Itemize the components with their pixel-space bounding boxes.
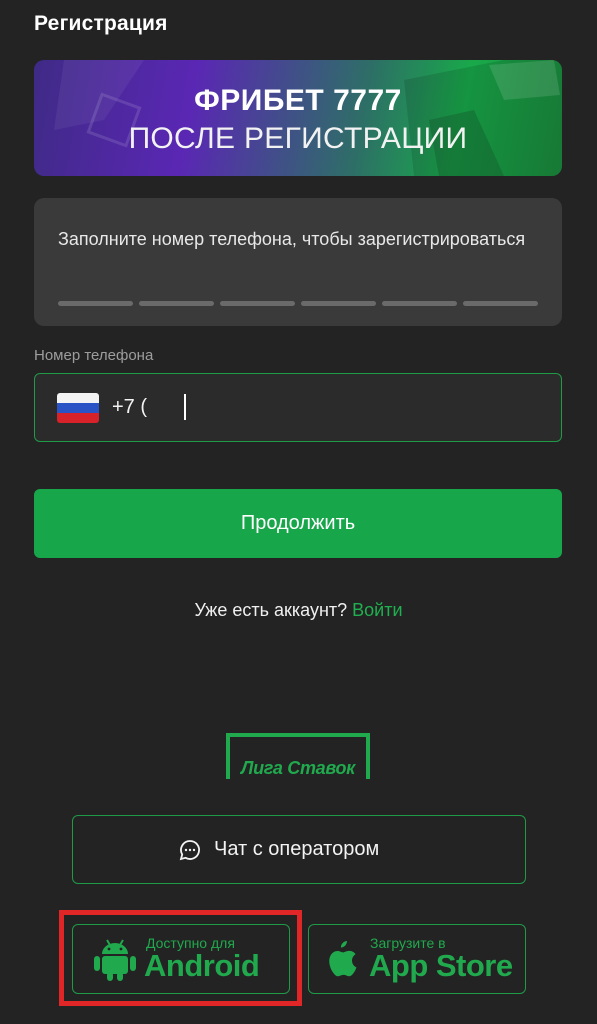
login-link[interactable]: Войти xyxy=(352,600,402,620)
chat-operator-button[interactable]: Чат с оператором xyxy=(72,815,526,884)
progress-segment xyxy=(382,301,457,306)
progress-segment xyxy=(463,301,538,306)
text-caret xyxy=(184,394,186,420)
login-prompt: Уже есть аккаунт? Войти xyxy=(0,600,597,621)
chat-label: Чат с оператором xyxy=(214,838,380,860)
info-text: Заполните номер телефона, чтобы зарегист… xyxy=(58,229,526,249)
info-card: Заполните номер телефона, чтобы зарегист… xyxy=(34,198,562,326)
phone-prefix: +7 ( xyxy=(112,396,148,418)
appstore-big-text: App Store xyxy=(369,948,513,983)
phone-label: Номер телефона xyxy=(34,347,154,364)
progress-segment xyxy=(301,301,376,306)
logo-text: Лига Ставок xyxy=(241,758,355,778)
progress-segment xyxy=(58,301,133,306)
banner-title: ФРИБЕТ 7777 xyxy=(194,84,402,117)
registration-progress xyxy=(58,301,538,306)
chat-bubble-icon xyxy=(179,840,200,861)
russia-flag-icon[interactable] xyxy=(57,393,99,423)
android-highlight-box xyxy=(59,910,302,1006)
apple-icon xyxy=(329,941,357,977)
continue-button[interactable]: Продолжить xyxy=(34,489,562,558)
banner-subtitle: ПОСЛЕ РЕГИСТРАЦИИ xyxy=(128,122,468,155)
login-question: Уже есть аккаунт? xyxy=(194,600,348,620)
progress-segment xyxy=(220,301,295,306)
phone-input[interactable]: +7 ( xyxy=(34,373,562,442)
banner-decoration xyxy=(54,60,562,176)
liga-stavok-logo: Лига Ставок xyxy=(226,733,370,779)
promo-banner[interactable]: ФРИБЕТ 7777 ПОСЛЕ РЕГИСТРАЦИИ xyxy=(34,60,562,176)
page-title: Регистрация xyxy=(34,12,168,35)
progress-segment xyxy=(139,301,214,306)
appstore-button[interactable]: Загрузите в App Store xyxy=(308,924,526,994)
